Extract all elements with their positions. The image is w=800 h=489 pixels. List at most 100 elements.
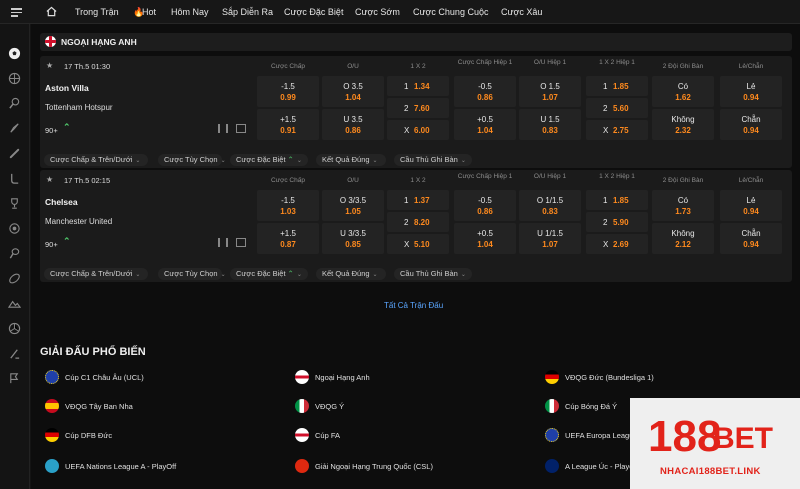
badminton-icon[interactable] bbox=[8, 122, 21, 135]
trophy-icon[interactable] bbox=[8, 197, 21, 210]
popular-league-item[interactable]: Cúp C1 Châu Âu (UCL) bbox=[45, 370, 285, 386]
odds-cell[interactable]: 2 5.60 bbox=[586, 98, 648, 118]
logo-text-188: 188 bbox=[648, 412, 722, 461]
odds-cell[interactable]: X 5.10 bbox=[387, 234, 449, 254]
flag-icon[interactable] bbox=[8, 372, 21, 385]
odds-cell[interactable]: O 1/1.5 0.83 bbox=[519, 190, 581, 221]
nav-in-play[interactable]: Trong Trận bbox=[75, 0, 119, 24]
odds-cell[interactable]: X 6.00 bbox=[387, 120, 449, 140]
stats-icon[interactable] bbox=[218, 238, 228, 247]
odds-label: U 1/1.5 bbox=[537, 229, 563, 238]
nav-hot[interactable]: Hot bbox=[142, 0, 156, 24]
odds-cell[interactable]: +1.5 0.91 bbox=[257, 109, 319, 140]
all-matches-link[interactable]: Tất Cả Trận Đấu bbox=[384, 301, 443, 310]
odds-cell[interactable]: 2 5.90 bbox=[586, 212, 648, 232]
market-tab[interactable]: Cược Tùy Chọn ⌄ bbox=[158, 268, 226, 280]
odds-cell[interactable]: 2 7.60 bbox=[387, 98, 449, 118]
market-tab-label: Cược Đặc Biệt bbox=[236, 155, 286, 164]
odds-cell[interactable]: Chẵn 0.94 bbox=[720, 223, 782, 254]
golf-icon[interactable] bbox=[8, 347, 21, 360]
star-icon[interactable]: ★ bbox=[46, 61, 53, 70]
popular-league-name: Cúp C1 Châu Âu (UCL) bbox=[65, 373, 144, 382]
odds-cell[interactable]: U 1/1.5 1.07 bbox=[519, 223, 581, 254]
col-header-oe: Lẻ/Chẵn bbox=[738, 177, 764, 184]
popular-league-item[interactable]: Giải Ngoại Hạng Trung Quốc (CSL) bbox=[295, 459, 535, 475]
mountain-icon[interactable] bbox=[8, 297, 21, 310]
odds-cell[interactable]: O 1.5 1.07 bbox=[519, 76, 581, 107]
market-tab[interactable]: Cược Đặc Biệt ⌃ ⌄ bbox=[230, 154, 308, 166]
popular-league-item[interactable]: Cúp FA bbox=[295, 428, 535, 444]
odds-cell[interactable]: U 3/3.5 0.85 bbox=[322, 223, 384, 254]
popular-league-item[interactable]: VĐQG Ý bbox=[295, 399, 535, 415]
odds-cell[interactable]: 1 1.85 bbox=[586, 76, 648, 96]
odds-cell[interactable]: Lẻ 0.94 bbox=[720, 190, 782, 221]
odds-cell[interactable]: U 3.5 0.86 bbox=[322, 109, 384, 140]
odds-cell[interactable]: +0.5 1.04 bbox=[454, 109, 516, 140]
odds-cell[interactable]: +1.5 0.87 bbox=[257, 223, 319, 254]
baseball-icon[interactable] bbox=[8, 147, 21, 160]
popular-league-item[interactable]: Ngoại Hạng Anh bbox=[295, 370, 535, 386]
odds-cell[interactable]: X 2.69 bbox=[586, 234, 648, 254]
odds-cell[interactable]: -0.5 0.86 bbox=[454, 76, 516, 107]
odds-cell[interactable]: X 2.75 bbox=[586, 120, 648, 140]
match-time: 17 Th.5 01:30 bbox=[64, 62, 111, 71]
odds-cell[interactable]: O 3.5 1.04 bbox=[322, 76, 384, 107]
market-tab[interactable]: Cầu Thủ Ghi Bàn ⌄ bbox=[394, 154, 472, 166]
racket-icon[interactable] bbox=[8, 247, 21, 260]
odds-cell[interactable]: Có 1.62 bbox=[652, 76, 714, 107]
logo-text-bet: BET bbox=[713, 422, 773, 455]
star-icon[interactable]: ★ bbox=[46, 175, 53, 184]
popular-league-name: Cúp DFB Đức bbox=[65, 431, 113, 440]
odds-value: 0.87 bbox=[280, 240, 296, 249]
odds-cell[interactable]: 2 8.20 bbox=[387, 212, 449, 232]
odds-label: +0.5 bbox=[477, 115, 493, 124]
odds-cell[interactable]: 1 1.85 bbox=[586, 190, 648, 210]
odds-cell[interactable]: Chẵn 0.94 bbox=[720, 109, 782, 140]
odds-cell[interactable]: Lẻ 0.94 bbox=[720, 76, 782, 107]
odds-cell[interactable]: -1.5 0.99 bbox=[257, 76, 319, 107]
brand-logo: 188 BET NHACAI188BET.LINK bbox=[630, 398, 800, 489]
menu-icon[interactable] bbox=[11, 8, 22, 17]
odds-value: 0.83 bbox=[542, 207, 558, 216]
market-tab[interactable]: Cược Tùy Chọn ⌄ bbox=[158, 154, 226, 166]
popular-league-item[interactable]: VĐQG Tây Ban Nha bbox=[45, 399, 285, 415]
nav-today[interactable]: Hôm Nay bbox=[171, 0, 209, 24]
odds-cell[interactable]: +0.5 1.04 bbox=[454, 223, 516, 254]
market-tab[interactable]: Kết Quả Đúng ⌄ bbox=[316, 268, 386, 280]
pitch-icon[interactable] bbox=[236, 124, 246, 133]
stats-icon[interactable] bbox=[218, 124, 228, 133]
market-tab[interactable]: Cược Chấp & Trên/Dưới ⌄ bbox=[44, 268, 148, 280]
home-icon[interactable] bbox=[46, 6, 57, 17]
popular-league-item[interactable]: VĐQG Đức (Bundesliga 1) bbox=[545, 370, 785, 386]
nav-parlay[interactable]: Cược Xâu bbox=[501, 0, 542, 24]
odds-cell[interactable]: Không 2.32 bbox=[652, 109, 714, 140]
target-icon[interactable] bbox=[8, 222, 21, 235]
league-header[interactable]: NGOẠI HẠNG ANH bbox=[40, 33, 792, 51]
odds-cell[interactable]: 1 1.37 bbox=[387, 190, 449, 210]
nav-outright[interactable]: Cược Chung Cuộc bbox=[413, 0, 488, 24]
pitch-icon[interactable] bbox=[236, 238, 246, 247]
odds-cell[interactable]: O 3/3.5 1.05 bbox=[322, 190, 384, 221]
volleyball-icon[interactable] bbox=[8, 322, 21, 335]
market-tab[interactable]: Cược Chấp & Trên/Dưới ⌄ bbox=[44, 154, 148, 166]
odds-cell[interactable]: -0.5 0.86 bbox=[454, 190, 516, 221]
odds-value: 0.86 bbox=[477, 93, 493, 102]
market-tab[interactable]: Kết Quả Đúng ⌄ bbox=[316, 154, 386, 166]
market-tab[interactable]: Cược Đặc Biệt ⌃ ⌄ bbox=[230, 268, 308, 280]
odds-cell[interactable]: -1.5 1.03 bbox=[257, 190, 319, 221]
odds-cell[interactable]: Có 1.73 bbox=[652, 190, 714, 221]
odds-cell[interactable]: 1 1.34 bbox=[387, 76, 449, 96]
nav-upcoming[interactable]: Sắp Diễn Ra bbox=[222, 0, 273, 24]
nav-early[interactable]: Cược Sớm bbox=[355, 0, 400, 24]
rugby-icon[interactable] bbox=[8, 272, 21, 285]
basketball-icon[interactable] bbox=[8, 72, 21, 85]
hockey-icon[interactable] bbox=[8, 172, 21, 185]
popular-league-item[interactable]: Cúp DFB Đức bbox=[45, 428, 285, 444]
tennis-icon[interactable] bbox=[8, 97, 21, 110]
popular-league-item[interactable]: UEFA Nations League A - PlayOff bbox=[45, 459, 285, 475]
odds-cell[interactable]: Không 2.12 bbox=[652, 223, 714, 254]
soccer-icon[interactable] bbox=[8, 47, 21, 60]
market-tab[interactable]: Cầu Thủ Ghi Bàn ⌄ bbox=[394, 268, 472, 280]
nav-special[interactable]: Cược Đặc Biệt bbox=[284, 0, 343, 24]
odds-cell[interactable]: U 1.5 0.83 bbox=[519, 109, 581, 140]
